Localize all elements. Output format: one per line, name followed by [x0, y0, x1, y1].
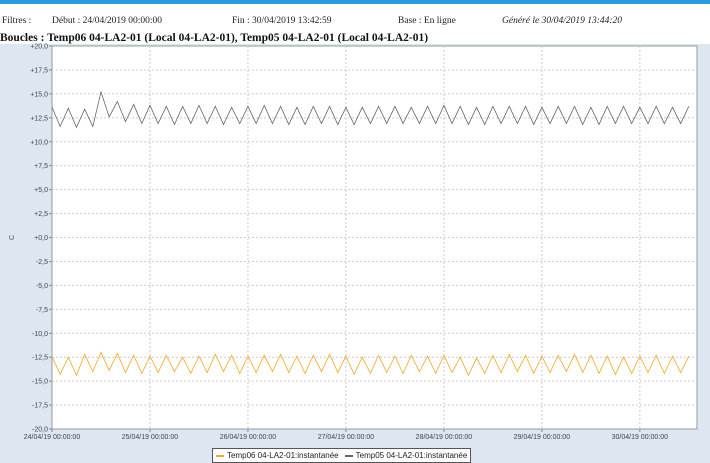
- y-tick-label: +12,5: [30, 115, 48, 122]
- y-tick-label: +2,5: [34, 211, 48, 218]
- legend-item-temp05: Temp05 04-LA2-01:instantanée: [344, 451, 468, 460]
- chart: +20,0 +17,5 +15,0 +12,5 +10,0 +7,5 +5,0 +2,5 +0,…: [9, 44, 698, 441]
- x-tick-label: 25/04/19 00:00:00: [122, 434, 179, 441]
- legend-label: Temp06 04-LA2-01:instantanée: [227, 451, 339, 460]
- y-tick-label: -12,5: [32, 355, 48, 362]
- y-tick-label: +17,5: [30, 67, 48, 74]
- legend-swatch: [216, 454, 224, 457]
- y-tick-label: -20,0: [32, 427, 48, 434]
- y-axis-label: C: [9, 235, 16, 240]
- x-tick-label: 28/04/19 00:00:00: [416, 434, 473, 441]
- y-tick-label: +15,0: [30, 91, 48, 98]
- y-tick-label: +7,5: [34, 163, 48, 170]
- y-tick-label: -17,5: [32, 403, 48, 410]
- legend-swatch: [344, 454, 353, 457]
- y-tick-label: -15,0: [32, 379, 48, 386]
- y-tick-label: -7,5: [36, 307, 48, 314]
- y-tick-label: -2,5: [36, 259, 48, 266]
- y-tick-label: -10,0: [32, 331, 48, 338]
- x-tick-label: 29/04/19 00:00:00: [514, 434, 571, 441]
- y-tick-label: -5,0: [36, 283, 48, 290]
- y-tick-label: +0,0: [34, 235, 48, 242]
- y-tick-label: +10,0: [30, 139, 48, 146]
- x-tick-label: 30/04/19 00:00:00: [612, 434, 669, 441]
- y-tick-label: +20,0: [30, 44, 48, 51]
- x-tick-label: 27/04/19 00:00:00: [318, 434, 375, 441]
- y-tick-label: +5,0: [34, 187, 48, 194]
- legend-label: Temp05 04-LA2-01:instantanée: [355, 451, 468, 460]
- legend-item-temp06: Temp06 04-LA2-01:instantanée: [216, 451, 339, 460]
- x-tick-label: 24/04/19 00:00:00: [24, 434, 81, 441]
- x-tick-label: 26/04/19 00:00:00: [220, 434, 277, 441]
